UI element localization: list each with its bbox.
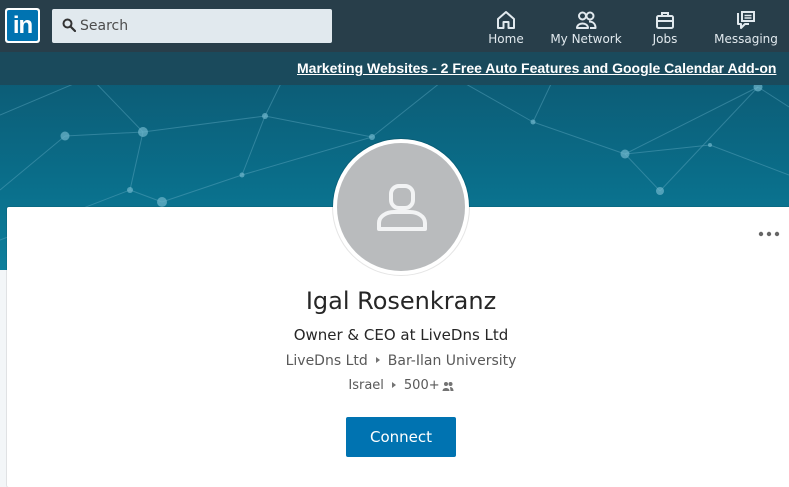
- briefcase-icon: [656, 12, 674, 29]
- connections-count: 500+: [403, 378, 440, 393]
- person-placeholder-icon: [377, 184, 427, 231]
- nav-item-label: Messaging: [714, 32, 778, 46]
- messaging-icon: [737, 11, 755, 29]
- separator-bullet: [391, 381, 396, 388]
- profile-location-connections: Israel 500+: [0, 378, 789, 393]
- linkedin-logo[interactable]: in: [5, 8, 40, 43]
- company-link[interactable]: LiveDns Ltd: [286, 353, 368, 369]
- profile-affiliations: LiveDns Ltd Bar-Ilan University: [0, 353, 789, 369]
- nav-item-label: Jobs: [652, 32, 678, 46]
- connect-button[interactable]: Connect: [346, 417, 456, 457]
- nav-item-label: Home: [488, 32, 524, 46]
- home-icon: [497, 11, 515, 29]
- ad-link[interactable]: Marketing Websites - 2 Free Auto Feature…: [297, 60, 776, 76]
- more-icon[interactable]: [756, 226, 782, 242]
- ad-banner: Marketing Websites - 2 Free Auto Feature…: [0, 52, 789, 85]
- search-input[interactable]: [80, 9, 325, 43]
- profile-headline: Owner & CEO at LiveDns Ltd: [293, 326, 509, 344]
- search-icon: [62, 18, 76, 32]
- linkedin-logo-text: in: [7, 10, 38, 41]
- separator-bullet: [375, 357, 380, 363]
- search-box[interactable]: [52, 9, 332, 43]
- school-link[interactable]: Bar-Ilan University: [388, 353, 517, 369]
- nav-item-jobs[interactable]: Jobs: [640, 0, 690, 52]
- profile-name: Igal Rosenkranz: [305, 287, 497, 315]
- top-navigation-bar: in Home My Network Jobs: [0, 0, 789, 52]
- nav-item-home[interactable]: Home: [481, 0, 531, 52]
- connections-icon: [442, 381, 454, 391]
- location-text: Israel: [348, 378, 384, 393]
- nav-item-messaging[interactable]: Messaging: [712, 0, 780, 52]
- avatar[interactable]: [333, 139, 469, 275]
- network-icon: [576, 11, 597, 29]
- avatar-placeholder: [337, 143, 465, 271]
- nav-item-label: My Network: [550, 32, 622, 46]
- nav-item-my-network[interactable]: My Network: [550, 0, 622, 52]
